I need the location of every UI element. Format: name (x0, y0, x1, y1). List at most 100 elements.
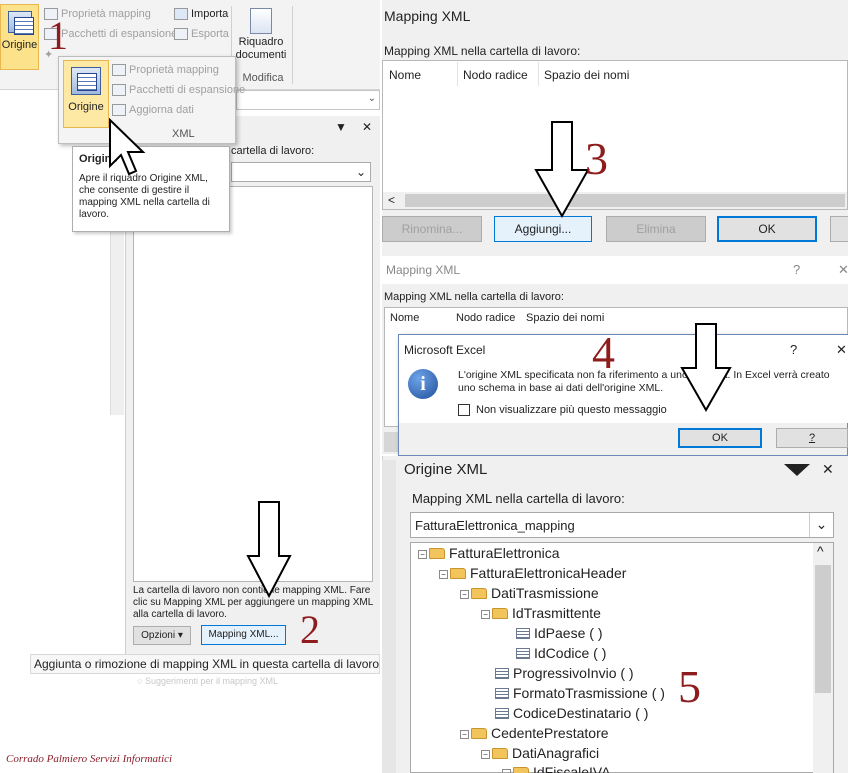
element-icon (495, 668, 509, 679)
popup-proprieta-mapping[interactable]: Proprietà mapping (112, 64, 245, 84)
collapse-icon[interactable]: − (418, 550, 427, 559)
riquadro-documenti-button[interactable]: Riquadro documenti (234, 8, 288, 62)
mapping-xml-button[interactable]: Mapping XML... (201, 625, 286, 645)
msgbox-ok-button[interactable]: OK (678, 428, 762, 448)
tree-node[interactable]: CodiceDestinatario ( ) (495, 705, 648, 721)
tree-node[interactable]: IdCodice ( ) (516, 645, 606, 661)
dialog2-close-icon[interactable]: ✕ (838, 262, 848, 278)
dialog1-col-nome[interactable]: Nome (389, 68, 421, 82)
dialog1-col-nodo[interactable]: Nodo radice (463, 68, 528, 82)
popup-commands: Proprietà mapping Pacchetti di espansion… (112, 64, 245, 124)
msgbox-help-icon[interactable]: ? (790, 342, 797, 357)
chevron-down-icon[interactable]: ⌄ (809, 513, 833, 537)
left-pane-header: ▼ ✕ (230, 118, 380, 138)
origine-ribbon-button[interactable]: Origine (0, 4, 39, 70)
elimina-button[interactable]: Elimina (606, 216, 706, 242)
tree-node[interactable]: −IdFiscaleIVA (502, 764, 611, 773)
tree-node[interactable]: − FatturaElettronicaHeader (439, 565, 626, 581)
chevron-down-icon: ⌄ (367, 93, 376, 104)
element-icon (516, 628, 530, 639)
dont-show-label[interactable]: Non visualizzare più questo messaggio (476, 404, 667, 416)
import-icon (174, 8, 188, 21)
ribbon-separator-2 (292, 6, 293, 84)
dont-show-checkbox[interactable] (458, 404, 470, 416)
mouse-cursor-icon (109, 118, 146, 176)
watermark: Corrado Palmiero Servizi Informatici (6, 753, 173, 765)
tooltip-title: Origine (79, 153, 118, 165)
tree-node[interactable]: FormatoTrasmissione ( ) (495, 685, 665, 701)
step-number-2: 2 (300, 607, 320, 652)
pane-menu-icon[interactable]: ▼ (335, 120, 347, 134)
step-number-4: 4 (592, 327, 615, 378)
collapse-icon[interactable]: − (460, 730, 469, 739)
dialog1-cancel-button-partial[interactable] (830, 216, 848, 242)
collapse-icon[interactable]: − (481, 610, 490, 619)
scroll-thumb[interactable] (815, 565, 831, 693)
col-divider (457, 62, 458, 86)
step-number-3: 3 (585, 133, 608, 184)
pane-scrollbar-left[interactable] (382, 460, 396, 773)
esporta-button[interactable]: Esporta (174, 28, 229, 48)
step-number-1: 1 (48, 13, 68, 58)
left-map-select[interactable]: ⌄ (231, 162, 371, 182)
dialog1-hscrollbar[interactable]: < (383, 192, 847, 209)
tree-node[interactable]: − DatiTrasmissione (460, 585, 599, 601)
importa-button[interactable]: Importa (174, 8, 229, 28)
formula-bar[interactable]: ⌄ (236, 90, 380, 110)
scroll-left-icon[interactable]: < (388, 193, 395, 207)
modifica-group-label: Modifica (242, 72, 284, 84)
refresh-icon (112, 104, 126, 117)
tree-node[interactable]: − DatiAnagrafici (481, 745, 599, 761)
col-divider (538, 62, 539, 86)
dialog1-list[interactable] (382, 60, 848, 210)
xml-source-title: Origine XML (404, 461, 488, 478)
dialog2-label: Mapping XML nella cartella di lavoro: (384, 291, 564, 303)
import-export-group: Importa Esporta (174, 8, 229, 48)
map-select[interactable]: FatturaElettronica_mapping ⌄ (410, 512, 834, 538)
tree-node[interactable]: − CedentePrestatore (460, 725, 609, 741)
collapse-icon[interactable]: − (439, 570, 448, 579)
collapse-icon[interactable]: − (481, 750, 490, 759)
origine-label: Origine (1, 39, 38, 51)
tree-node-root[interactable]: − FatturaElettronica (418, 545, 560, 561)
dialog2-col-spazio[interactable]: Spazio dei nomi (526, 312, 604, 324)
folder-icon (450, 568, 466, 579)
folder-icon (492, 748, 508, 759)
dialog2-title: Mapping XML (386, 263, 461, 277)
dialog2-col-nome[interactable]: Nome (390, 312, 419, 324)
scroll-up-icon[interactable]: ^ (817, 543, 824, 559)
opzioni-button[interactable]: Opzioni ▾ (133, 626, 191, 645)
origine-popup-button[interactable]: Origine (63, 60, 109, 128)
rinomina-button[interactable]: Rinomina... (382, 216, 482, 242)
down-arrow-icon (246, 501, 292, 599)
close-icon[interactable]: ✕ (362, 120, 372, 134)
tree-node[interactable]: − IdTrasmittente (481, 605, 601, 621)
tree-node[interactable]: IdPaese ( ) (516, 625, 602, 641)
tree-vscrollbar[interactable]: ^ (813, 543, 833, 773)
properties-icon (112, 64, 126, 77)
dialog2-col-nodo[interactable]: Nodo radice (456, 312, 515, 324)
folder-icon (471, 728, 487, 739)
down-arrow-icon (534, 121, 590, 219)
folder-icon (471, 588, 487, 599)
msgbox-close-icon[interactable]: ✕ (836, 342, 847, 358)
xml-source-close-icon[interactable]: ✕ (822, 461, 834, 478)
xml-source-icon (71, 67, 101, 95)
dialog1-ok-button[interactable]: OK (717, 216, 817, 242)
msgbox-message: L'origine XML specificata non fa riferim… (458, 369, 830, 394)
root-folder-icon (429, 548, 445, 559)
collapse-icon[interactable]: − (502, 769, 511, 773)
dialog2-help-icon[interactable]: ? (793, 262, 800, 277)
dialog1-col-spazio[interactable]: Spazio dei nomi (544, 68, 629, 82)
status-tooltip: Aggiunta o rimozione di mapping XML in q… (30, 654, 380, 674)
scroll-thumb[interactable] (405, 194, 845, 207)
pane-menu-icon[interactable] (784, 464, 810, 476)
popup-pacchetti-espansione[interactable]: Pacchetti di espansione (112, 84, 245, 104)
map-select-value: FatturaElettronica_mapping (415, 518, 575, 533)
tree-node[interactable]: ProgressivoInvio ( ) (495, 665, 634, 681)
xml-source-label: Mapping XML nella cartella di lavoro: (412, 491, 625, 506)
collapse-icon[interactable]: − (460, 590, 469, 599)
folder-icon (513, 767, 529, 773)
dropdown-arrow-icon: ▾ (177, 630, 183, 641)
msgbox-help-button[interactable]: ? (776, 428, 848, 448)
